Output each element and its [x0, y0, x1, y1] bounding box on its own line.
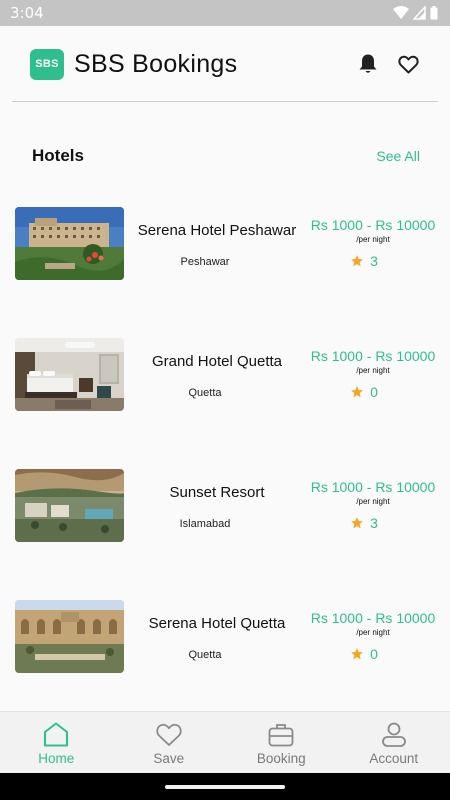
- hotel-card[interactable]: Sunset Resort Islamabad Rs 1000 - Rs 100…: [0, 469, 450, 545]
- heart-outline-icon: [156, 723, 182, 746]
- hotel-image: [15, 207, 124, 280]
- hotel-image: [15, 338, 124, 411]
- hotel-rating: 3: [304, 253, 424, 269]
- nav-label: Booking: [256, 751, 306, 766]
- hotel-rating: 0: [304, 646, 424, 662]
- per-night-label: /per night: [356, 366, 390, 375]
- nav-label: Account: [369, 751, 419, 766]
- home-indicator[interactable]: [165, 785, 285, 789]
- nav-label: Save: [153, 751, 185, 766]
- hotel-price: Rs 1000 - Rs 10000: [310, 348, 436, 364]
- app-header: SBS SBS Bookings: [0, 26, 450, 102]
- star-icon: [351, 517, 363, 529]
- nav-item-save[interactable]: Save: [113, 712, 226, 773]
- rating-value: 3: [370, 253, 378, 269]
- star-icon: [351, 386, 363, 398]
- notifications-button[interactable]: [356, 52, 380, 76]
- hotel-rating: 3: [304, 515, 424, 531]
- hotel-city: Quetta: [188, 387, 222, 399]
- hotel-price: Rs 1000 - Rs 10000: [310, 479, 436, 495]
- status-time: 3:04: [10, 4, 44, 22]
- briefcase-icon: [268, 724, 294, 747]
- battery-icon: [430, 6, 438, 20]
- system-gesture-bar: [0, 773, 450, 800]
- hotel-card[interactable]: Serena Hotel Quetta Quetta Rs 1000 - Rs …: [0, 600, 450, 676]
- favorites-button[interactable]: [396, 52, 420, 76]
- hotel-name: Sunset Resort: [169, 484, 265, 501]
- status-bar: 3:04: [0, 0, 450, 26]
- hotel-city: Islamabad: [179, 518, 231, 530]
- hotel-name: Serena Hotel Peshawar: [137, 222, 297, 239]
- nav-item-booking[interactable]: Booking: [225, 712, 338, 773]
- header-actions: [356, 52, 420, 76]
- hotel-card[interactable]: Grand Hotel Quetta Quetta Rs 1000 - Rs 1…: [0, 338, 450, 414]
- hotel-price: Rs 1000 - Rs 10000: [310, 217, 436, 233]
- home-icon: [44, 722, 69, 747]
- per-night-label: /per night: [356, 497, 390, 506]
- star-icon: [351, 255, 363, 267]
- see-all-link[interactable]: See All: [376, 148, 420, 164]
- heart-icon: [397, 55, 419, 73]
- hotel-price: Rs 1000 - Rs 10000: [310, 610, 436, 626]
- user-icon: [381, 722, 406, 747]
- hotel-city: Quetta: [188, 649, 222, 661]
- rating-value: 0: [370, 384, 378, 400]
- bottom-nav: Home Save Booking Account: [0, 711, 450, 773]
- hotel-image: [15, 469, 124, 542]
- hotels-section-header: Hotels See All: [32, 146, 420, 166]
- star-icon: [351, 648, 363, 660]
- per-night-label: /per night: [356, 235, 390, 244]
- section-title: Hotels: [32, 146, 84, 165]
- hotel-card[interactable]: Serena Hotel Peshawar Peshawar Rs 1000 -…: [0, 207, 450, 283]
- hotel-image: [15, 600, 124, 673]
- signal-icon: [413, 6, 426, 20]
- nav-item-home[interactable]: Home: [0, 712, 113, 773]
- hotel-city: Peshawar: [180, 256, 230, 268]
- per-night-label: /per night: [356, 628, 390, 637]
- header-divider: [12, 101, 438, 102]
- status-icons: [393, 6, 438, 20]
- nav-item-account[interactable]: Account: [338, 712, 450, 773]
- nav-label: Home: [38, 751, 75, 766]
- hotel-name: Serena Hotel Quetta: [148, 615, 286, 632]
- rating-value: 3: [370, 515, 378, 531]
- app-logo: SBS: [30, 48, 64, 80]
- rating-value: 0: [370, 646, 378, 662]
- wifi-icon: [393, 6, 409, 19]
- hotel-rating: 0: [304, 384, 424, 400]
- hotel-name: Grand Hotel Quetta: [151, 353, 283, 370]
- bell-icon: [359, 54, 377, 73]
- app-title: SBS Bookings: [74, 49, 238, 78]
